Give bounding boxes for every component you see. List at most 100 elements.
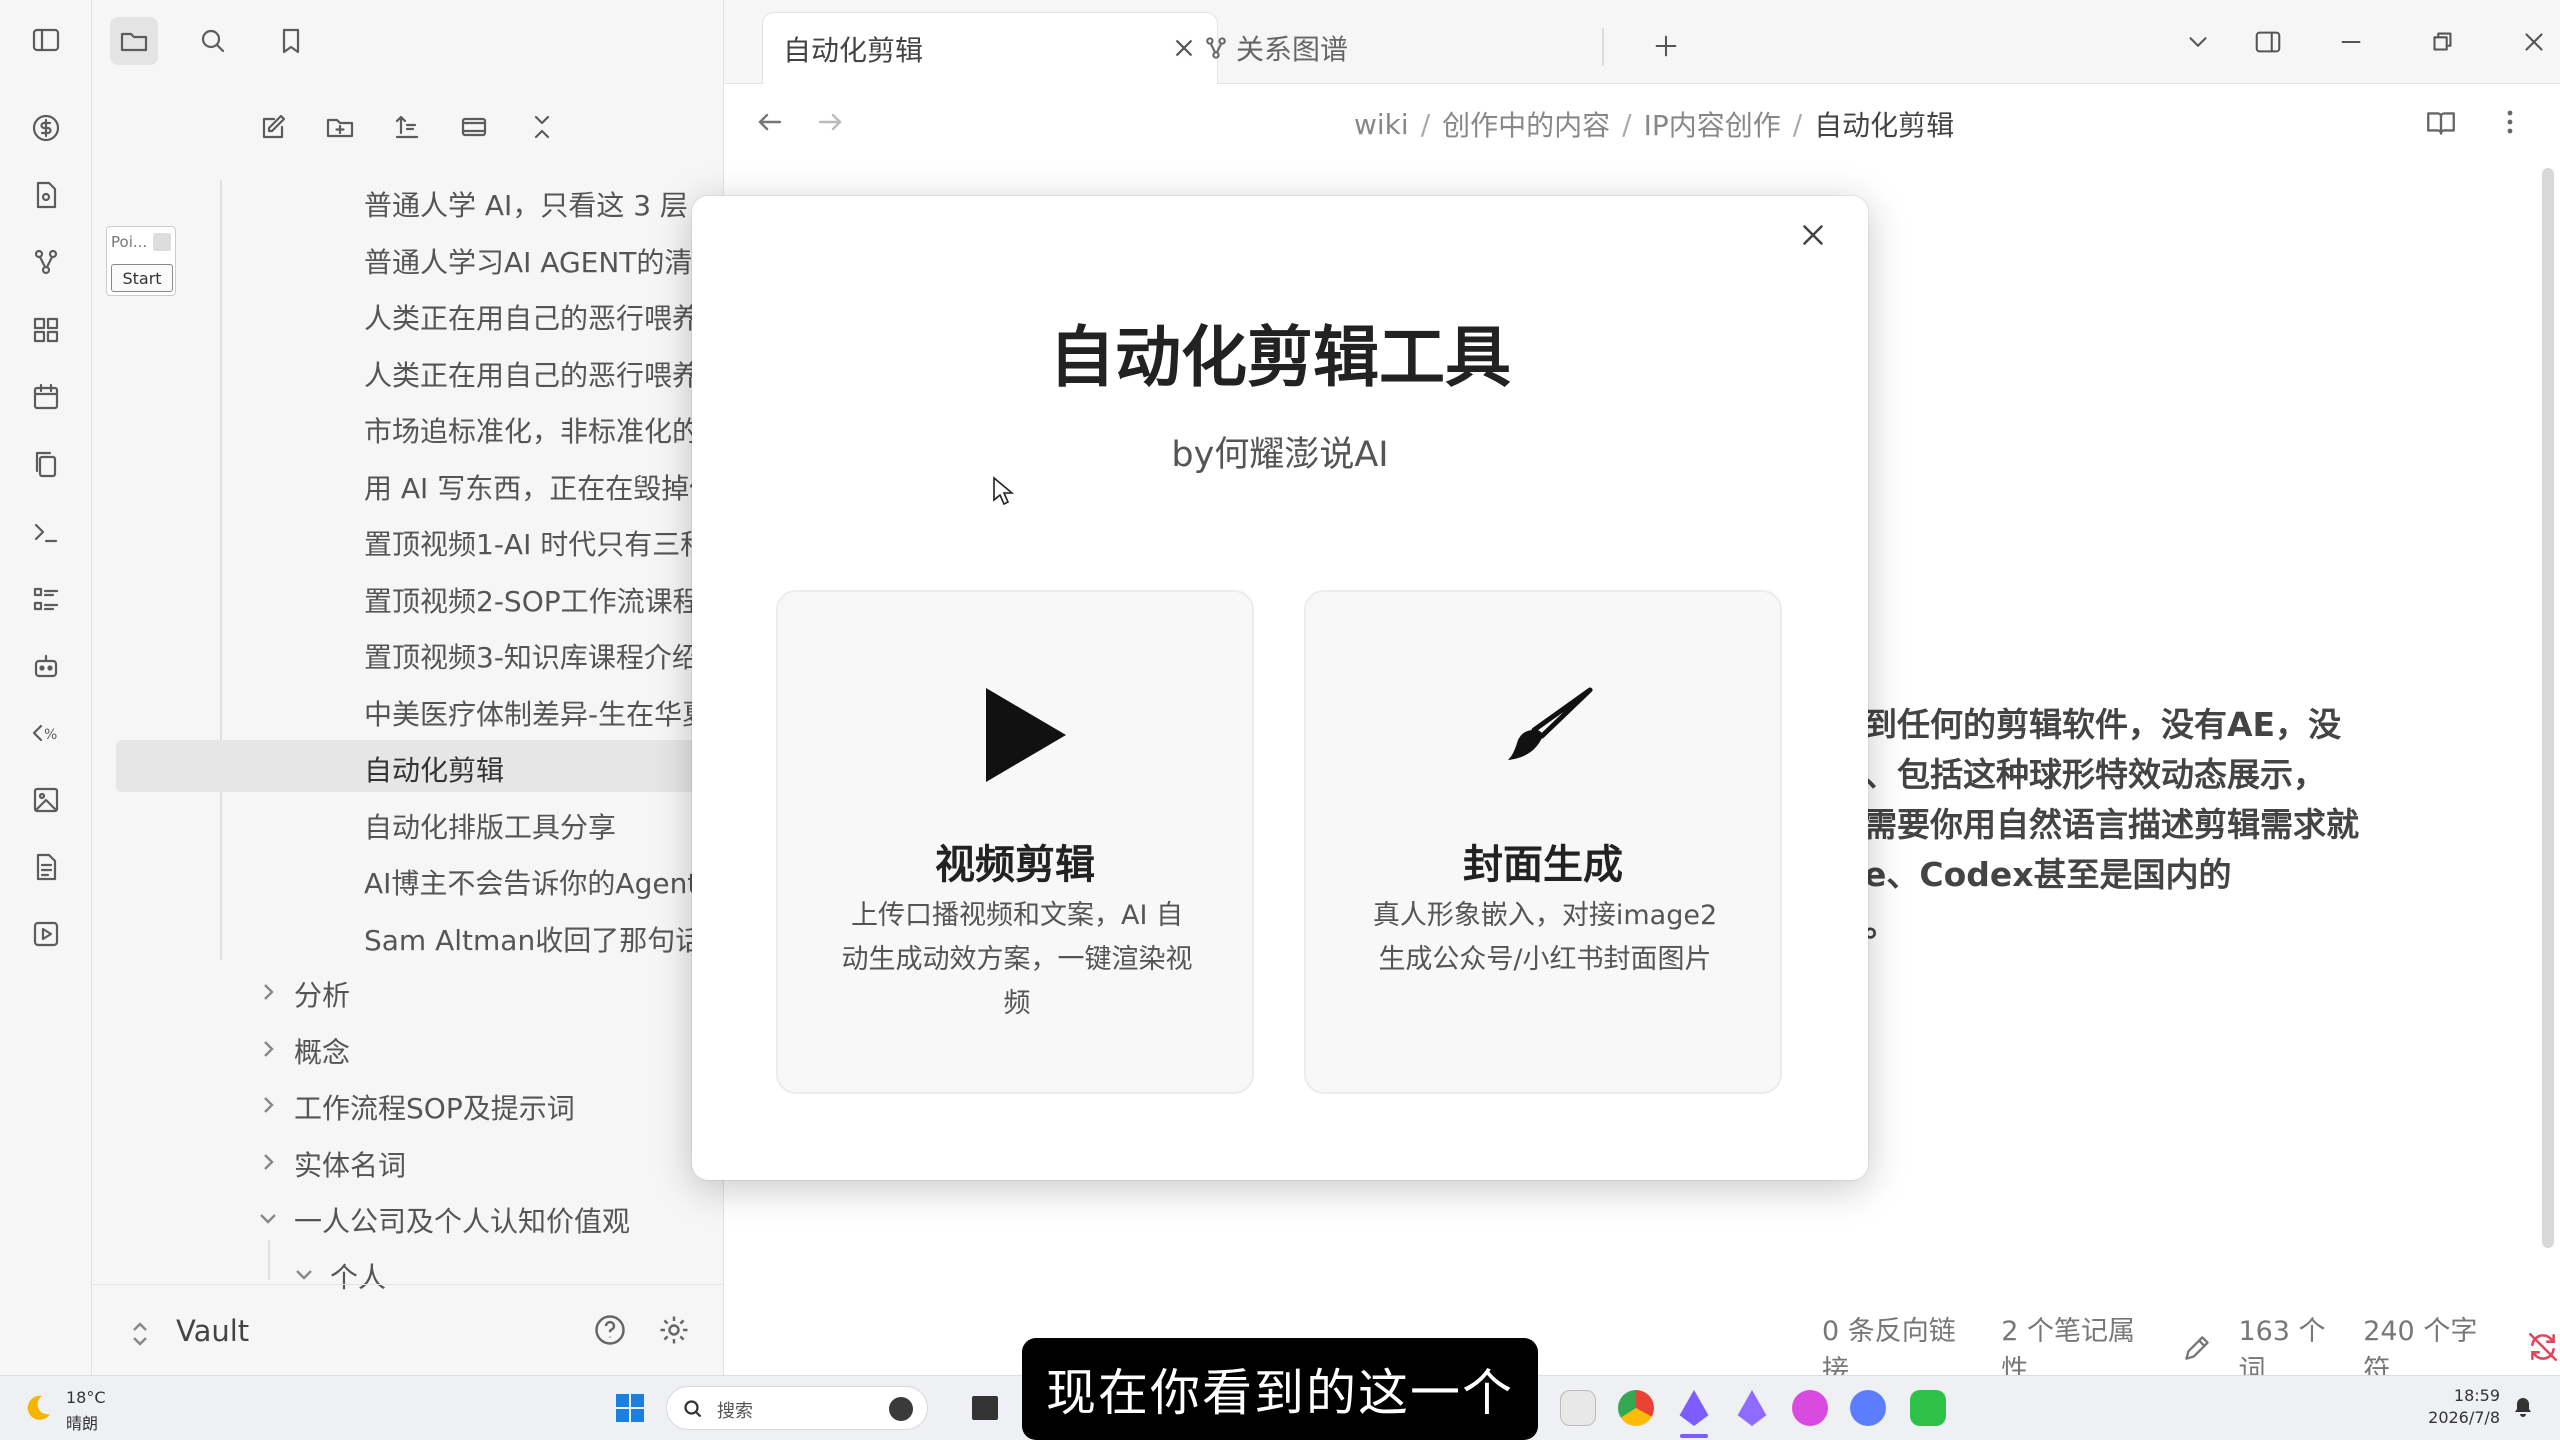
- breadcrumb-item[interactable]: 自动化剪辑: [1814, 104, 1954, 144]
- restore-icon[interactable]: [2420, 20, 2464, 64]
- back-arrow-icon[interactable]: [754, 106, 794, 146]
- chevron-down-icon[interactable]: [256, 1206, 280, 1230]
- clock-time[interactable]: 18:59: [2440, 1386, 2500, 1405]
- card-title: 封面生成: [1463, 842, 1623, 888]
- card-description: 真人形象嵌入，对接image2生成公众号/小红书封面图片: [1372, 900, 1718, 975]
- help-icon[interactable]: [592, 1312, 632, 1352]
- paintbrush-icon: [1492, 684, 1602, 784]
- search-highlight-icon: [889, 1397, 913, 1421]
- sync-off-icon[interactable]: [2526, 1330, 2560, 1366]
- scrollbar-thumb[interactable]: [2542, 168, 2554, 1248]
- dialog-close-icon[interactable]: [1796, 218, 1836, 258]
- chat-app-icon[interactable]: [1792, 1390, 1828, 1426]
- notification-bell-icon[interactable]: [2512, 1396, 2534, 1418]
- tree-guide: [220, 180, 222, 960]
- graph-icon[interactable]: [26, 242, 66, 282]
- tool-dialog: 自动化剪辑工具 by何耀澎说AI 视频剪辑 上传口播视频和文案，AI 自动生成动…: [692, 196, 1868, 1180]
- folder-item-entities[interactable]: 实体名词: [294, 1144, 406, 1184]
- breadcrumb-separator: /: [1622, 107, 1632, 141]
- clock-date[interactable]: 2026/7/8: [2410, 1408, 2500, 1427]
- vault-switch-icon[interactable]: [128, 1316, 152, 1352]
- sidebar-toggle-icon[interactable]: [26, 20, 66, 60]
- minimize-icon[interactable]: [2329, 20, 2373, 64]
- folder-item-personal[interactable]: 个人: [330, 1256, 386, 1296]
- robot-icon[interactable]: [26, 646, 66, 686]
- folder-item-analysis[interactable]: 分析: [294, 974, 350, 1014]
- wechat-app-icon[interactable]: [1910, 1390, 1946, 1426]
- floating-popup: Poi... Start: [106, 226, 176, 296]
- cover-generation-card[interactable]: 封面生成 真人形象嵌入，对接image2生成公众号/小红书封面图片: [1304, 590, 1782, 1094]
- taskbar-search-box[interactable]: 搜索: [666, 1386, 928, 1430]
- file-search-icon[interactable]: [26, 175, 66, 215]
- tab-active[interactable]: 自动化剪辑: [762, 12, 1218, 84]
- collapse-view-icon[interactable]: [450, 103, 498, 151]
- windows-start-icon[interactable]: [614, 1392, 648, 1426]
- new-folder-icon[interactable]: [316, 103, 364, 151]
- document-icon[interactable]: [26, 847, 66, 887]
- search-placeholder: 搜索: [717, 1401, 753, 1422]
- chevron-right-icon[interactable]: [256, 1093, 280, 1117]
- right-sidebar-toggle-icon[interactable]: [2246, 20, 2290, 64]
- task-view-icon[interactable]: [972, 1396, 998, 1420]
- terminal-icon[interactable]: [26, 512, 66, 552]
- start-button[interactable]: Start: [111, 264, 173, 292]
- template-icon[interactable]: %: [26, 713, 66, 753]
- tab-list-chevron-icon[interactable]: [2176, 20, 2220, 64]
- chevron-right-icon[interactable]: [256, 980, 280, 1004]
- dialog-subtitle: by何耀澎说AI: [1171, 435, 1389, 475]
- card-description: 上传口播视频和文案，AI 自动生成动效方案，一键渲染视频: [841, 900, 1193, 1019]
- chevron-right-icon[interactable]: [256, 1037, 280, 1061]
- app-snipping-icon[interactable]: [1560, 1390, 1596, 1426]
- video-editing-card[interactable]: 视频剪辑 上传口播视频和文案，AI 自动生成动效方案，一键渲染视频: [776, 590, 1254, 1094]
- grid-icon[interactable]: [26, 310, 66, 350]
- folder-item-one-person-company[interactable]: 一人公司及个人认知价值观: [294, 1200, 630, 1240]
- calendar-icon[interactable]: [26, 377, 66, 417]
- folder-item-sop[interactable]: 工作流程SOP及提示词: [294, 1087, 575, 1127]
- weather-desc[interactable]: 晴朗: [66, 1410, 98, 1434]
- new-tab-plus-icon[interactable]: [1644, 24, 1688, 68]
- chevron-down-icon[interactable]: [292, 1262, 316, 1286]
- close-window-icon[interactable]: [2512, 20, 2556, 64]
- dollar-icon[interactable]: [26, 108, 66, 148]
- messenger-app-icon[interactable]: [1850, 1390, 1886, 1426]
- reading-view-book-icon[interactable]: [2424, 106, 2464, 146]
- search-icon[interactable]: [189, 17, 237, 65]
- folder-icon[interactable]: [110, 17, 158, 65]
- moon-weather-icon[interactable]: [22, 1392, 56, 1426]
- bookmark-icon[interactable]: [267, 17, 315, 65]
- note-body-text[interactable]: 到任何的剪辑软件，没有AE，没 、包括这种球形特效动态展示， 需要你用自然语言描…: [1864, 700, 2359, 950]
- edit-pencil-icon[interactable]: [2180, 1331, 2214, 1365]
- popup-close-icon[interactable]: [153, 233, 171, 251]
- obsidian-second-icon[interactable]: [1737, 1390, 1767, 1426]
- scrollbar-track[interactable]: [2542, 168, 2554, 1248]
- more-options-icon[interactable]: [2494, 106, 2526, 146]
- chevron-right-icon[interactable]: [256, 1150, 280, 1174]
- breadcrumb-item[interactable]: IP内容创作: [1644, 104, 1781, 144]
- new-note-icon[interactable]: [250, 103, 298, 151]
- forward-arrow-icon[interactable]: [814, 106, 854, 146]
- breadcrumb-separator: /: [1420, 107, 1431, 141]
- file-explorer-sidebar: Poi... Start 普通人学 AI，只看这 3 层普通人学习AI AGEN…: [92, 0, 766, 1375]
- weather-temp[interactable]: 18°C: [66, 1388, 106, 1407]
- mouse-cursor-icon: [992, 476, 1014, 506]
- video-icon[interactable]: [26, 914, 66, 954]
- list-icon[interactable]: [26, 579, 66, 619]
- copy-icon[interactable]: [26, 444, 66, 484]
- tab-label: 关系图谱: [1236, 33, 1349, 66]
- vault-name[interactable]: Vault: [176, 1314, 249, 1348]
- obsidian-app-icon[interactable]: [1679, 1390, 1709, 1426]
- breadcrumb-item[interactable]: wiki: [1354, 108, 1409, 141]
- sort-icon[interactable]: [383, 103, 431, 151]
- breadcrumb-item[interactable]: 创作中的内容: [1442, 104, 1610, 144]
- play-icon: [974, 680, 1074, 790]
- card-title: 视频剪辑: [935, 842, 1095, 888]
- tab-graph[interactable]: 关系图谱: [1202, 12, 1532, 84]
- left-ribbon: %: [0, 0, 92, 1375]
- tab-divider: [1602, 28, 1604, 66]
- chrome-browser-icon[interactable]: [1618, 1390, 1654, 1426]
- image-icon[interactable]: [26, 780, 66, 820]
- collapse-all-icon[interactable]: [518, 103, 566, 151]
- folder-item-concepts[interactable]: 概念: [294, 1031, 350, 1071]
- settings-gear-icon[interactable]: [656, 1312, 696, 1352]
- close-tab-icon[interactable]: [1169, 33, 1201, 65]
